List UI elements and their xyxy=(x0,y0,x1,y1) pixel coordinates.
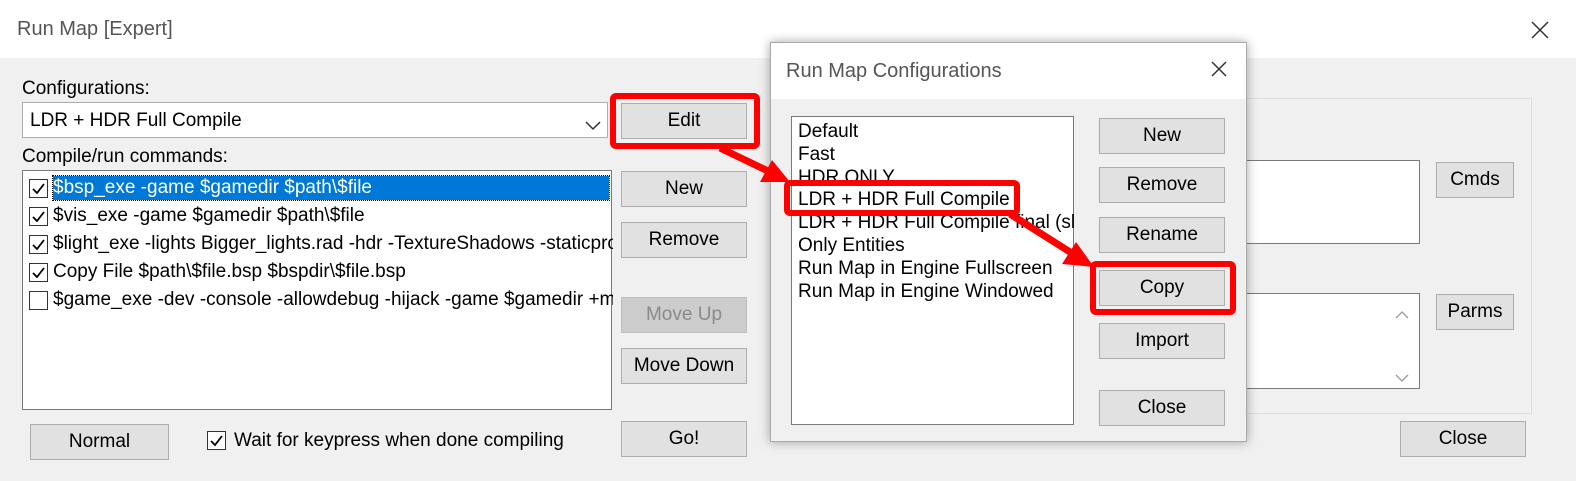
config-import-button[interactable]: Import xyxy=(1099,323,1225,359)
move-up-button: Move Up xyxy=(621,297,747,333)
config-close-button[interactable]: Close xyxy=(1099,390,1225,426)
config-list-item[interactable]: Run Map in Engine Windowed xyxy=(798,280,1054,303)
window-title: Run Map [Expert] xyxy=(17,18,173,40)
cmds-button[interactable]: Cmds xyxy=(1436,162,1514,198)
command-checkbox[interactable] xyxy=(29,207,48,226)
configuration-dropdown[interactable]: LDR + HDR Full Compile xyxy=(22,102,608,138)
command-text: $game_exe -dev -console -allowdebug -hij… xyxy=(53,289,613,310)
highlight-copy-button xyxy=(1090,261,1236,315)
command-text: $light_exe -lights Bigger_lights.rad -hd… xyxy=(53,233,613,254)
command-textbox[interactable] xyxy=(1240,160,1420,244)
configurations-label: Configurations: xyxy=(22,78,150,99)
config-dialog: Run Map Configurations Default Fast HDR ON… xyxy=(770,42,1247,442)
parms-button[interactable]: Parms xyxy=(1436,294,1514,330)
config-dialog-title-bar: Run Map Configurations xyxy=(771,43,1246,99)
highlight-config-item xyxy=(784,180,1020,216)
highlight-edit-button xyxy=(610,93,760,149)
config-list-item[interactable]: Only Entities xyxy=(798,234,905,257)
scroll-down-icon[interactable] xyxy=(1395,367,1409,382)
command-row[interactable]: $light_exe -lights Bigger_lights.rad -hd… xyxy=(27,231,613,257)
configurations-list[interactable]: Default Fast HDR ONLY LDR + HDR Full Compil… xyxy=(791,116,1075,425)
new-command-button[interactable]: New xyxy=(621,171,747,207)
commands-label: Compile/run commands: xyxy=(22,146,228,167)
command-text: $bsp_exe -game $gamedir $path\$file xyxy=(52,175,610,201)
close-icon[interactable] xyxy=(1528,18,1552,42)
command-row[interactable]: $vis_exe -game $gamedir $path\$file xyxy=(27,203,613,229)
command-row[interactable]: Copy File $path\$file.bsp $bspdir\$file.… xyxy=(27,259,613,285)
parameters-textbox[interactable] xyxy=(1240,293,1420,389)
scroll-up-icon[interactable] xyxy=(1395,304,1409,319)
config-list-item[interactable]: Fast xyxy=(798,143,835,166)
config-dialog-title: Run Map Configurations xyxy=(786,60,1002,82)
normal-button[interactable]: Normal xyxy=(30,424,169,460)
close-main-button[interactable]: Close xyxy=(1400,421,1526,457)
command-text: Copy File $path\$file.bsp $bspdir\$file.… xyxy=(53,261,406,282)
commands-list[interactable]: $bsp_exe -game $gamedir $path\$file $vis_… xyxy=(22,170,613,410)
command-row[interactable]: $game_exe -dev -console -allowdebug -hij… xyxy=(27,287,613,313)
config-rename-button[interactable]: Rename xyxy=(1099,217,1225,253)
configuration-selected-value: LDR + HDR Full Compile xyxy=(30,110,242,131)
command-row[interactable]: $bsp_exe -game $gamedir $path\$file xyxy=(27,175,613,201)
command-checkbox[interactable] xyxy=(29,263,48,282)
go-button[interactable]: Go! xyxy=(621,421,747,457)
wait-keypress-label: Wait for keypress when done compiling xyxy=(234,430,564,451)
remove-command-button[interactable]: Remove xyxy=(621,222,747,258)
move-down-button[interactable]: Move Down xyxy=(621,348,747,384)
wait-keypress-checkbox-row[interactable]: Wait for keypress when done compiling xyxy=(207,429,607,455)
config-list-item[interactable]: Run Map in Engine Fullscreen xyxy=(798,257,1053,280)
config-new-button[interactable]: New xyxy=(1099,118,1225,154)
command-checkbox[interactable] xyxy=(29,235,48,254)
config-remove-button[interactable]: Remove xyxy=(1099,167,1225,203)
close-icon[interactable] xyxy=(1208,58,1230,80)
wait-keypress-checkbox[interactable] xyxy=(207,431,226,450)
config-list-item[interactable]: Default xyxy=(798,120,858,143)
command-text: $vis_exe -game $gamedir $path\$file xyxy=(53,205,365,226)
command-checkbox[interactable] xyxy=(29,179,48,198)
chevron-down-icon xyxy=(585,115,601,131)
command-checkbox[interactable] xyxy=(29,291,48,310)
